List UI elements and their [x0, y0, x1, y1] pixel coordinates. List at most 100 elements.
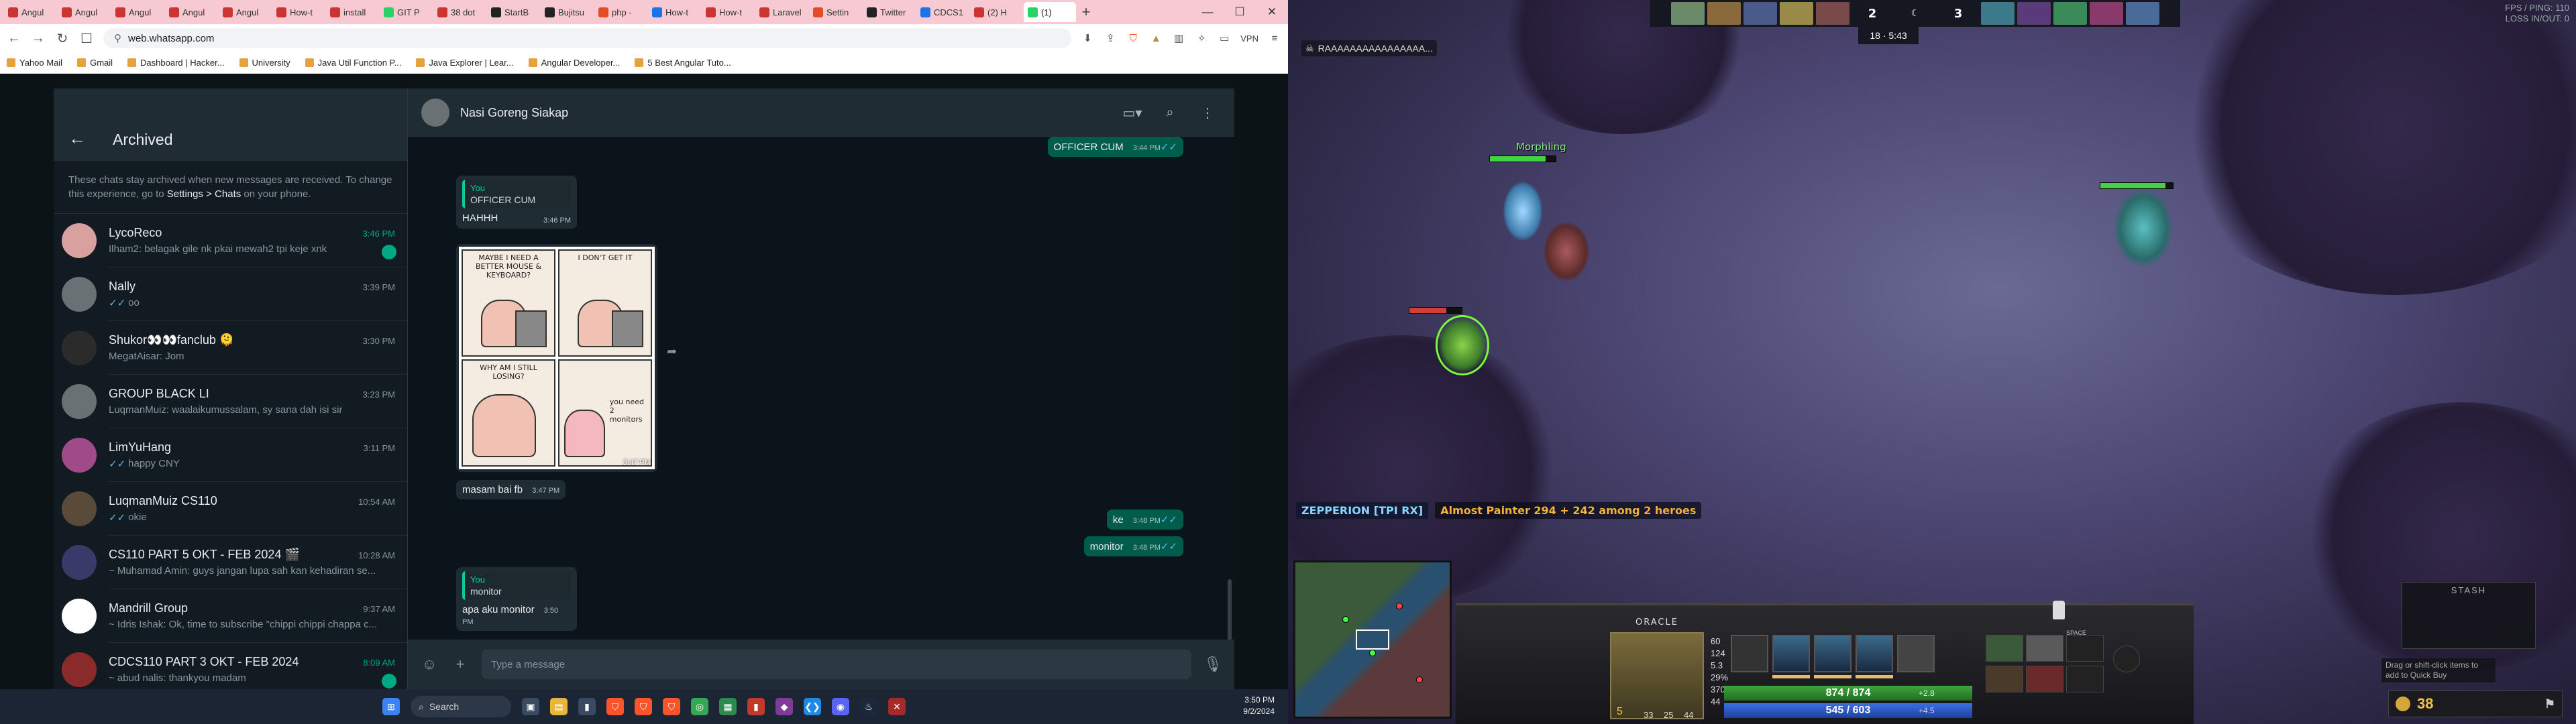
ability-2-icon[interactable] — [1814, 635, 1851, 672]
chat-row[interactable]: LycoReco 3:46 PM Ilham2: belagak gile nk p… — [54, 214, 407, 267]
start-icon[interactable]: ⊞ — [382, 698, 400, 715]
forward-icon[interactable]: → — [31, 31, 46, 46]
brave-icon[interactable]: ⛉ — [663, 698, 680, 715]
chat-row[interactable]: Nally 3:39 PM ✓✓ oo — [54, 267, 407, 321]
chat-row[interactable]: LimYuHang 3:11 PM ✓✓ happy CNY — [54, 428, 407, 482]
minimap[interactable] — [1293, 560, 1452, 719]
video-call-icon[interactable]: ▭▾ — [1119, 105, 1146, 121]
neutral-item-slot[interactable] — [2113, 646, 2140, 672]
browser-tab[interactable]: GIT P — [380, 2, 432, 22]
browser-tab[interactable]: Bujitsu — [541, 2, 593, 22]
image-message[interactable]: MAYBE I NEED A BETTER MOUSE & KEYBOARD? … — [456, 244, 657, 472]
search-icon[interactable]: ⌕ — [1157, 105, 1183, 121]
close-window-button[interactable]: ✕ — [1256, 0, 1288, 24]
attach-icon[interactable]: + — [451, 656, 470, 673]
enemy-hero[interactable] — [1503, 181, 1543, 241]
task-view-icon[interactable]: ▣ — [522, 698, 539, 715]
enemy-hero[interactable] — [1543, 221, 1590, 282]
item-slot[interactable] — [2066, 635, 2104, 662]
browser-tab[interactable]: Angul — [219, 2, 271, 22]
brave-icon[interactable]: ⛉ — [606, 698, 624, 715]
ability-3-icon[interactable] — [1856, 635, 1893, 672]
bookmark-item[interactable]: Yahoo Mail — [7, 58, 62, 68]
message-bubble-out[interactable]: ke 3:48 PM✓✓ — [1106, 509, 1183, 530]
item-slot[interactable] — [2066, 666, 2104, 692]
menu-icon[interactable]: ≡ — [1268, 32, 1281, 45]
share-icon[interactable]: ⇪ — [1104, 32, 1117, 45]
bookmark-item[interactable]: Dashboard | Hacker... — [127, 58, 225, 68]
browser-tab[interactable]: (1) — [1024, 2, 1076, 22]
player-hero[interactable] — [1436, 315, 1489, 375]
talent-tree-icon[interactable] — [1731, 635, 1768, 672]
item-slot[interactable] — [2026, 666, 2063, 692]
bookmark-item[interactable]: Java Util Function P... — [305, 58, 401, 68]
file-explorer-icon[interactable]: ▤ — [550, 698, 568, 715]
system-clock[interactable]: 3:50 PM 9/2/2024 — [1243, 695, 1275, 717]
brave-icon[interactable]: ⛉ — [635, 698, 652, 715]
back-icon[interactable]: ← — [7, 31, 21, 46]
hero-portrait[interactable] — [1743, 2, 1777, 25]
chat-row[interactable]: Shukor👀👀fanclub 🫠 3:30 PM MegatAisar: Jom — [54, 321, 407, 375]
new-tab-button[interactable]: + — [1077, 3, 1095, 21]
bookmark-item[interactable]: 5 Best Angular Tuto... — [635, 58, 731, 68]
reload-icon[interactable]: ↻ — [55, 30, 70, 47]
app-icon[interactable]: ◆ — [775, 698, 793, 715]
app-icon[interactable]: ▮ — [747, 698, 765, 715]
ability-1-icon[interactable] — [1772, 635, 1810, 672]
hero-portrait[interactable] — [2126, 2, 2159, 25]
ally-hero[interactable] — [2113, 188, 2174, 268]
browser-tab[interactable]: (2) H — [970, 2, 1022, 22]
browser-tab[interactable]: StartB — [487, 2, 539, 22]
browser-tab[interactable]: How-t — [272, 2, 325, 22]
message-bubble-in[interactable]: You monitor apa aku monitor 3:50 PM — [456, 567, 577, 631]
terminal-icon[interactable]: ▮ — [578, 698, 596, 715]
message-bubble-out[interactable]: OFFICER CUM 3:44 PM✓✓ — [1047, 137, 1183, 157]
dota-icon[interactable]: ✕ — [888, 698, 906, 715]
browser-tab[interactable]: Angul — [4, 2, 56, 22]
item-slot[interactable] — [1986, 635, 2023, 662]
browser-tab[interactable]: Twitter — [863, 2, 915, 22]
message-bubble-in[interactable]: masam bai fb 3:47 PM — [456, 480, 566, 499]
vscode-icon[interactable]: ❮❯ — [804, 698, 821, 715]
browser-tab[interactable]: Angul — [111, 2, 164, 22]
browser-tab[interactable]: CDCS1 — [916, 2, 969, 22]
message-bubble-in[interactable]: You OFFICER CUM HAHHH 3:46 PM — [456, 176, 577, 229]
menu-dots-icon[interactable]: ⋮ — [1194, 105, 1221, 121]
taskbar-search[interactable]: ⌕ Search — [411, 696, 511, 717]
emoji-icon[interactable]: ☺ — [420, 656, 439, 673]
browser-tab[interactable]: install — [326, 2, 378, 22]
bookmark-item[interactable]: University — [239, 58, 290, 68]
hero-portrait[interactable] — [1707, 2, 1741, 25]
conversation-title[interactable]: Nasi Goreng Siakap — [460, 106, 1108, 120]
hero-portrait[interactable] — [2017, 2, 2051, 25]
contact-avatar[interactable] — [421, 99, 449, 127]
hero-portrait[interactable] — [1981, 2, 2015, 25]
quoted-message[interactable]: You monitor — [462, 571, 571, 600]
brave-shield-icon[interactable]: ⛉ — [1126, 32, 1140, 45]
bookmark-item[interactable]: Java Explorer | Lear... — [416, 58, 514, 68]
hero-portrait[interactable] — [1780, 2, 1813, 25]
app-icon[interactable]: ▦ — [719, 698, 737, 715]
bookmark-item[interactable]: Angular Developer... — [528, 58, 620, 68]
hero-portrait[interactable] — [1671, 2, 1705, 25]
comic-image[interactable]: MAYBE I NEED A BETTER MOUSE & KEYBOARD? … — [459, 247, 655, 469]
steam-icon[interactable]: ♨ — [860, 698, 877, 715]
browser-tab[interactable]: php - — [594, 2, 647, 22]
forward-icon[interactable]: ➦ — [667, 345, 677, 359]
quoted-message[interactable]: You OFFICER CUM — [462, 180, 571, 208]
url-input[interactable]: ⚲ web.whatsapp.com — [103, 28, 1072, 48]
hero-portrait[interactable] — [1610, 632, 1704, 719]
chat-row[interactable]: LuqmanMuiz CS110 10:54 AM ✓✓ okie — [54, 482, 407, 536]
quick-buy-hint[interactable]: Drag or shift-click items to add to Quic… — [2381, 658, 2496, 682]
bookmark-item[interactable]: Gmail — [77, 58, 113, 68]
chat-row[interactable]: CS110 PART 5 OKT - FEB 2024 🎬 10:28 AM ~ M… — [54, 536, 407, 589]
browser-tab[interactable]: Settin — [809, 2, 861, 22]
item-slot[interactable] — [1986, 666, 2023, 692]
chat-row[interactable]: CDCS110 PART 3 OKT - FEB 2024 8:09 AM ~ ab… — [54, 643, 407, 689]
conversation-header[interactable]: Nasi Goreng Siakap ▭▾ ⌕ ⋮ — [408, 88, 1234, 137]
dota2-game-view[interactable]: 2 ☾ 3 18 · 5:43 FPS / PING: 110 LOSS IN/… — [1288, 0, 2576, 724]
message-input[interactable]: Type a message — [482, 650, 1191, 679]
browser-tab[interactable]: 38 dot — [433, 2, 486, 22]
sidebar-icon[interactable]: ▥ — [1172, 32, 1185, 45]
back-arrow-icon[interactable]: ← — [68, 128, 86, 149]
